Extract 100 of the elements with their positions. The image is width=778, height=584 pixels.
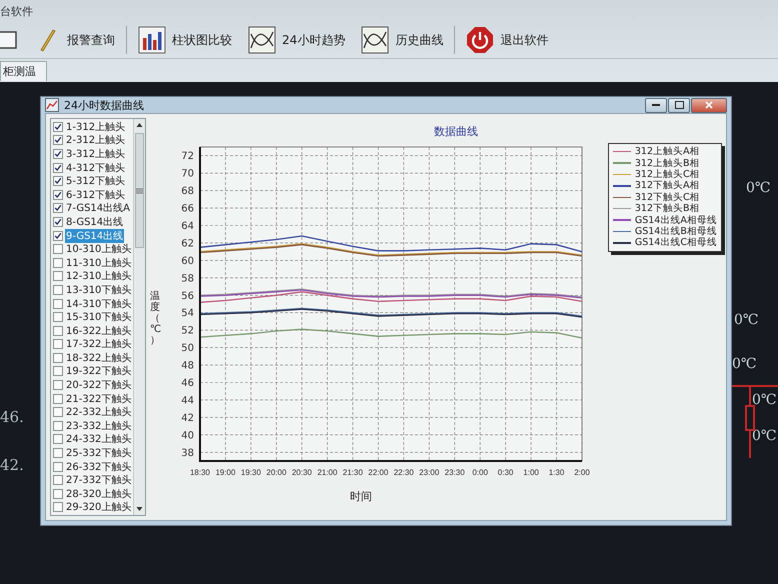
checkbox[interactable] — [53, 488, 63, 499]
toolbar-button[interactable]: 柱状图比较 — [133, 24, 237, 56]
checkbox[interactable] — [53, 203, 63, 214]
y-tick-label: 56 — [181, 290, 194, 302]
checkbox[interactable] — [53, 216, 63, 227]
checkbox[interactable] — [53, 380, 63, 390]
checkbox[interactable] — [53, 407, 63, 418]
tab[interactable]: 柜测温 — [0, 61, 47, 81]
checkbox[interactable] — [53, 190, 63, 200]
y-tick-label: 72 — [181, 151, 194, 162]
list-item[interactable]: 5-312下触头 — [65, 174, 126, 188]
list-item[interactable]: 23-332上触头 — [65, 418, 132, 433]
list-item[interactable]: 1-312上触头 — [65, 120, 126, 134]
y-tick-label: 50 — [181, 343, 194, 354]
scroll-thumb[interactable] — [134, 133, 144, 248]
checkbox[interactable] — [53, 230, 63, 241]
bar-chart-icon — [138, 26, 166, 54]
x-tick-label: 20:30 — [292, 468, 312, 477]
checkbox[interactable] — [53, 122, 63, 132]
x-tick-label: 18:30 — [190, 468, 210, 477]
checkbox[interactable] — [53, 475, 63, 486]
checkbox[interactable] — [53, 298, 63, 309]
y-tick-label: 70 — [181, 168, 194, 180]
power-icon — [466, 26, 494, 54]
checkbox[interactable] — [53, 339, 63, 350]
list-item[interactable]: 28-320上触头 — [65, 486, 132, 501]
list-item[interactable]: 25-332下触头 — [65, 446, 132, 460]
temperature-reading: 46. — [0, 408, 24, 426]
x-tick-label: 22:30 — [394, 468, 414, 477]
temperature-reading: 0℃ — [734, 312, 759, 328]
toolbar-button[interactable]: 历史曲线 — [356, 24, 448, 56]
checkbox[interactable] — [53, 326, 63, 336]
scroll-up-icon[interactable] — [134, 121, 144, 129]
scroll-down-icon[interactable] — [134, 505, 144, 513]
dialog-title: 24小时数据曲线 — [64, 98, 145, 112]
checkbox[interactable] — [53, 448, 63, 458]
checkbox[interactable] — [53, 244, 63, 254]
checkbox[interactable] — [53, 176, 63, 186]
list-item[interactable]: 7-GS14出线A — [65, 201, 131, 216]
x-tick-label: 1:30 — [548, 468, 564, 477]
list-item[interactable]: 26-332下触头 — [65, 460, 132, 474]
checkbox[interactable] — [53, 148, 63, 159]
checkbox[interactable] — [53, 502, 63, 512]
checkbox[interactable] — [53, 434, 63, 444]
list-item[interactable]: 24-332上触头 — [65, 432, 132, 446]
checkbox[interactable] — [53, 366, 63, 376]
x-tick-label: 19:00 — [215, 468, 236, 477]
temperature-reading: 0℃ — [732, 356, 757, 372]
checkbox[interactable] — [53, 258, 63, 268]
list-item[interactable]: 8-GS14出线 — [65, 214, 124, 229]
legend-label: 312下触头A相 — [634, 179, 700, 192]
scrollbar[interactable] — [132, 119, 145, 515]
checkbox[interactable] — [53, 284, 63, 295]
checkbox[interactable] — [53, 271, 63, 282]
checkbox[interactable] — [53, 312, 63, 322]
list-item[interactable]: 20-322下触头 — [65, 378, 132, 392]
list-item[interactable]: 18-322上触头 — [65, 350, 132, 365]
list-item[interactable]: 22-332上触头 — [65, 405, 132, 420]
y-tick-label: 58 — [181, 273, 194, 284]
list-item[interactable]: 14-310下触头 — [65, 296, 132, 311]
list-item[interactable]: 13-310下触头 — [65, 282, 132, 297]
list-item[interactable]: 16-322上触头 — [65, 324, 132, 338]
checkbox[interactable] — [53, 162, 63, 173]
list-item[interactable]: 10-310上触头 — [65, 242, 132, 256]
y-tick-label: 54 — [181, 308, 194, 320]
toolbar-button[interactable]: 24小时趋势 — [243, 24, 350, 56]
minimize-button[interactable] — [645, 98, 667, 112]
list-item[interactable]: 12-310上触头 — [65, 269, 132, 284]
x-tick-label: 21:30 — [342, 468, 363, 477]
x-tick-label: 19:30 — [240, 468, 261, 477]
maximize-button[interactable] — [668, 98, 690, 112]
x-tick-label: 23:00 — [419, 468, 440, 477]
list-item[interactable]: 19-322下触头 — [65, 364, 132, 378]
close-icon — [705, 101, 713, 109]
list-item[interactable]: 6-312下触头 — [65, 188, 126, 202]
checkbox[interactable] — [53, 135, 63, 146]
list-item[interactable]: 27-332下触头 — [65, 473, 132, 488]
list-item[interactable]: 21-322下触头 — [65, 392, 132, 406]
legend-label: GS14出线B相母线 — [634, 224, 717, 237]
checkbox[interactable] — [53, 420, 63, 431]
list-item[interactable]: 9-GS14出线 — [65, 228, 124, 243]
temperature-reading: 42. — [0, 456, 24, 474]
checkbox[interactable] — [53, 394, 63, 404]
x-tick-label: 23:30 — [444, 468, 465, 477]
checkbox[interactable] — [53, 462, 63, 472]
close-button[interactable] — [691, 98, 727, 112]
x-tick-label: 0:00 — [472, 468, 488, 477]
legend-label: 312下触头C相 — [634, 190, 700, 203]
list-item[interactable]: 4-312下触头 — [65, 160, 126, 175]
list-item[interactable]: 15-310下触头 — [65, 310, 132, 324]
checkbox[interactable] — [53, 352, 63, 363]
temperature-reading: 0℃ — [752, 428, 777, 444]
list-item[interactable]: 29-320上触头 — [65, 500, 132, 514]
legend-label: GS14出线A相母线 — [634, 214, 717, 226]
list-item[interactable]: 17-322上触头 — [65, 337, 132, 352]
list-item[interactable]: 3-312上触头 — [65, 146, 126, 161]
list-item[interactable]: 2-312上触头 — [65, 133, 126, 148]
toolbar-button[interactable]: 退出软件 — [461, 24, 554, 56]
toolbar-button[interactable]: 报警查询 — [28, 24, 120, 56]
list-item[interactable]: 11-310上触头 — [65, 256, 132, 270]
